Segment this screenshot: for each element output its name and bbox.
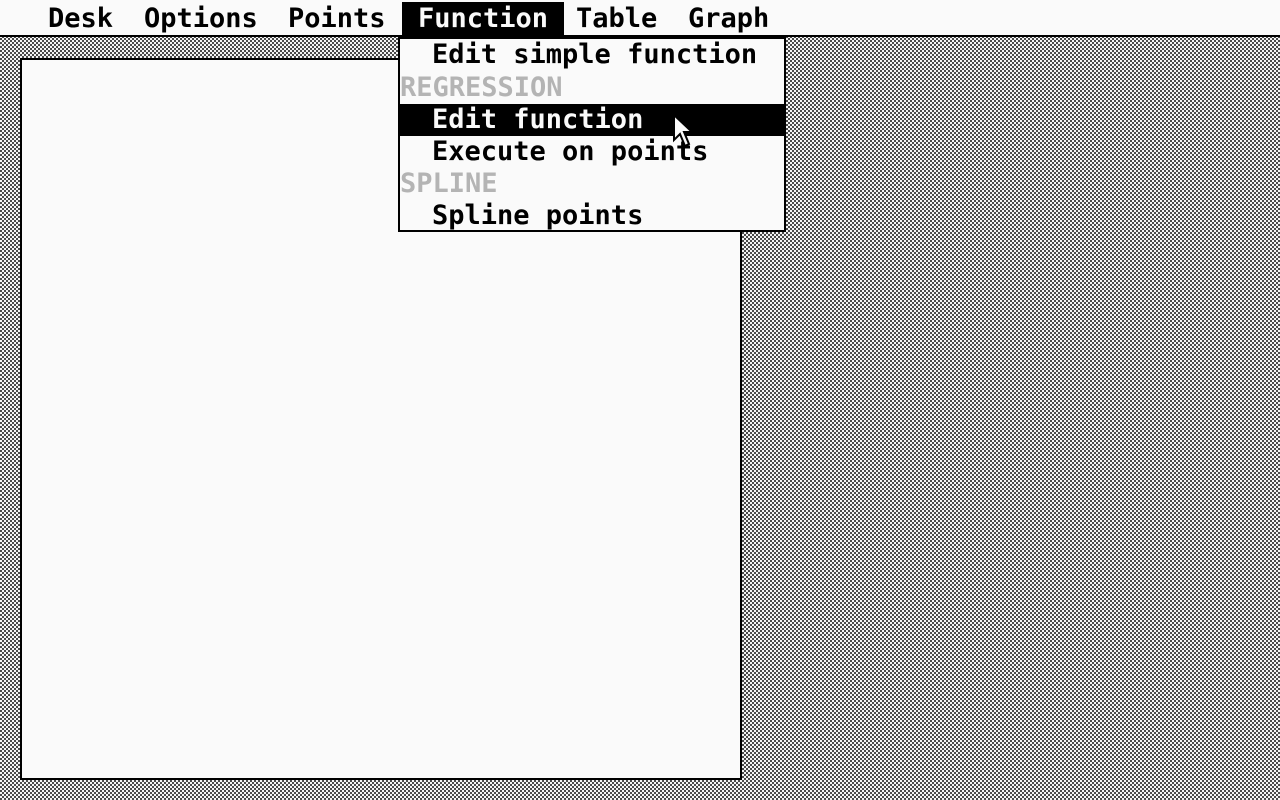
function-dropdown-menu: Edit simple function REGRESSION Edit fun… — [398, 37, 786, 232]
menu-item-edit-simple-function[interactable]: Edit simple function — [400, 39, 784, 71]
menu-options[interactable]: Options — [128, 2, 274, 35]
menu-header-regression: REGRESSION — [400, 72, 563, 103]
menu-header-spline: SPLINE — [400, 168, 498, 199]
menu-function[interactable]: Function — [402, 2, 565, 35]
menu-item-spline-points[interactable]: Spline points — [400, 200, 784, 232]
menu-graph[interactable]: Graph — [672, 2, 785, 35]
menu-table[interactable]: Table — [560, 2, 673, 35]
menu-item-edit-function[interactable]: Edit function — [400, 104, 784, 136]
menu-points[interactable]: Points — [272, 2, 402, 35]
menu-desk[interactable]: Desk — [32, 2, 129, 35]
arrow-pointer-icon — [673, 114, 695, 148]
menu-item-execute-on-points[interactable]: Execute on points — [400, 136, 784, 168]
menu-bar: Desk Options Points Function Table Graph — [0, 0, 1280, 37]
